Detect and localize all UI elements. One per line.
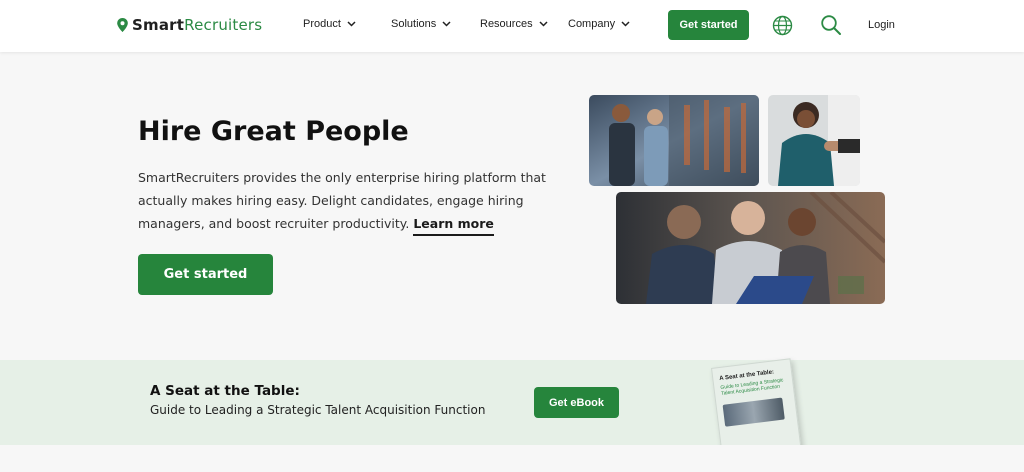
hero-title: Hire Great People bbox=[138, 116, 409, 147]
photo-handshake bbox=[768, 95, 860, 186]
photo-warehouse-workers bbox=[589, 95, 759, 186]
chevron-down-icon bbox=[347, 21, 356, 27]
hero-description: SmartRecruiters provides the only enterp… bbox=[138, 166, 568, 236]
globe-icon[interactable] bbox=[772, 15, 793, 36]
nav-label: Company bbox=[568, 18, 616, 30]
nav-company[interactable]: Company bbox=[568, 18, 630, 30]
logo-text-recruiters: Recruiters bbox=[184, 16, 263, 34]
header-get-started-button[interactable]: Get started bbox=[668, 10, 749, 40]
learn-more-link[interactable]: Learn more bbox=[413, 216, 494, 236]
get-ebook-button[interactable]: Get eBook bbox=[534, 387, 619, 418]
ebook-cover-image: A Seat at the Table: Guide to Leading a … bbox=[703, 358, 803, 460]
chevron-down-icon bbox=[539, 21, 548, 27]
nav-label: Resources bbox=[480, 18, 533, 30]
login-link[interactable]: Login bbox=[868, 19, 895, 31]
hero-get-started-button[interactable]: Get started bbox=[138, 254, 273, 295]
nav-product[interactable]: Product bbox=[303, 18, 356, 30]
map-pin-icon bbox=[117, 18, 128, 32]
chevron-down-icon bbox=[621, 21, 630, 27]
nav-resources[interactable]: Resources bbox=[480, 18, 548, 30]
photo-team-laptop bbox=[616, 192, 885, 304]
site-header: SmartRecruiters Product Solutions Resour… bbox=[0, 0, 1024, 52]
logo[interactable]: SmartRecruiters bbox=[117, 16, 262, 34]
banner-subtitle: Guide to Leading a Strategic Talent Acqu… bbox=[150, 403, 486, 417]
nav-label: Solutions bbox=[391, 18, 437, 30]
banner-title: A Seat at the Table: bbox=[150, 383, 300, 399]
page-bottom-background bbox=[0, 445, 1024, 472]
chevron-down-icon bbox=[442, 21, 451, 27]
nav-solutions[interactable]: Solutions bbox=[391, 18, 451, 30]
search-icon[interactable] bbox=[820, 14, 842, 36]
nav-label: Product bbox=[303, 18, 341, 30]
logo-text-smart: Smart bbox=[132, 16, 185, 34]
ebook-cover-photo bbox=[722, 397, 785, 427]
